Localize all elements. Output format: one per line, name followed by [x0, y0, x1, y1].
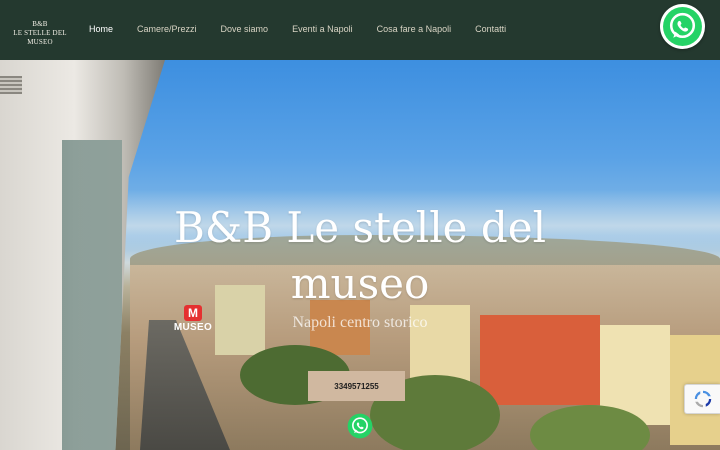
nav-item-home[interactable]: Home: [89, 24, 113, 34]
hero-title-line-1: B&B Le stelle del: [173, 203, 547, 252]
hero-subtitle: Napoli centro storico: [292, 314, 428, 331]
navbar: B&B LE STELLE DEL MUSEO Home Camere/Prez…: [0, 0, 720, 60]
main-nav: Home Camere/Prezzi Dove siamo Eventi a N…: [89, 24, 530, 34]
whatsapp-hero-button[interactable]: [347, 413, 373, 439]
hero-title-line-2: museo: [290, 259, 430, 308]
hero-section: M MUSEO B&B Le stelle del museo Napoli c…: [0, 60, 720, 450]
nav-item-contatti[interactable]: Contatti: [475, 24, 506, 34]
logo-line-2: LE STELLE DEL MUSEO: [13, 29, 67, 46]
site-logo[interactable]: B&B LE STELLE DEL MUSEO: [10, 20, 70, 47]
whatsapp-float-button[interactable]: [660, 4, 705, 49]
balcony-railing: [62, 140, 122, 450]
hero-title: B&B Le stelle del museo: [150, 200, 570, 312]
nav-item-camere-prezzi[interactable]: Camere/Prezzi: [137, 24, 197, 34]
recaptcha-icon: [694, 390, 711, 408]
nav-item-eventi[interactable]: Eventi a Napoli: [292, 24, 353, 34]
phone-call-button[interactable]: 3349571255: [308, 371, 405, 401]
nav-item-dove-siamo[interactable]: Dove siamo: [221, 24, 269, 34]
nav-item-cosa-fare[interactable]: Cosa fare a Napoli: [377, 24, 452, 34]
vent: [0, 76, 22, 94]
whatsapp-icon: [347, 413, 373, 439]
whatsapp-icon: [663, 7, 702, 46]
recaptcha-badge[interactable]: [684, 384, 720, 414]
logo-line-1: B&B: [32, 20, 48, 28]
